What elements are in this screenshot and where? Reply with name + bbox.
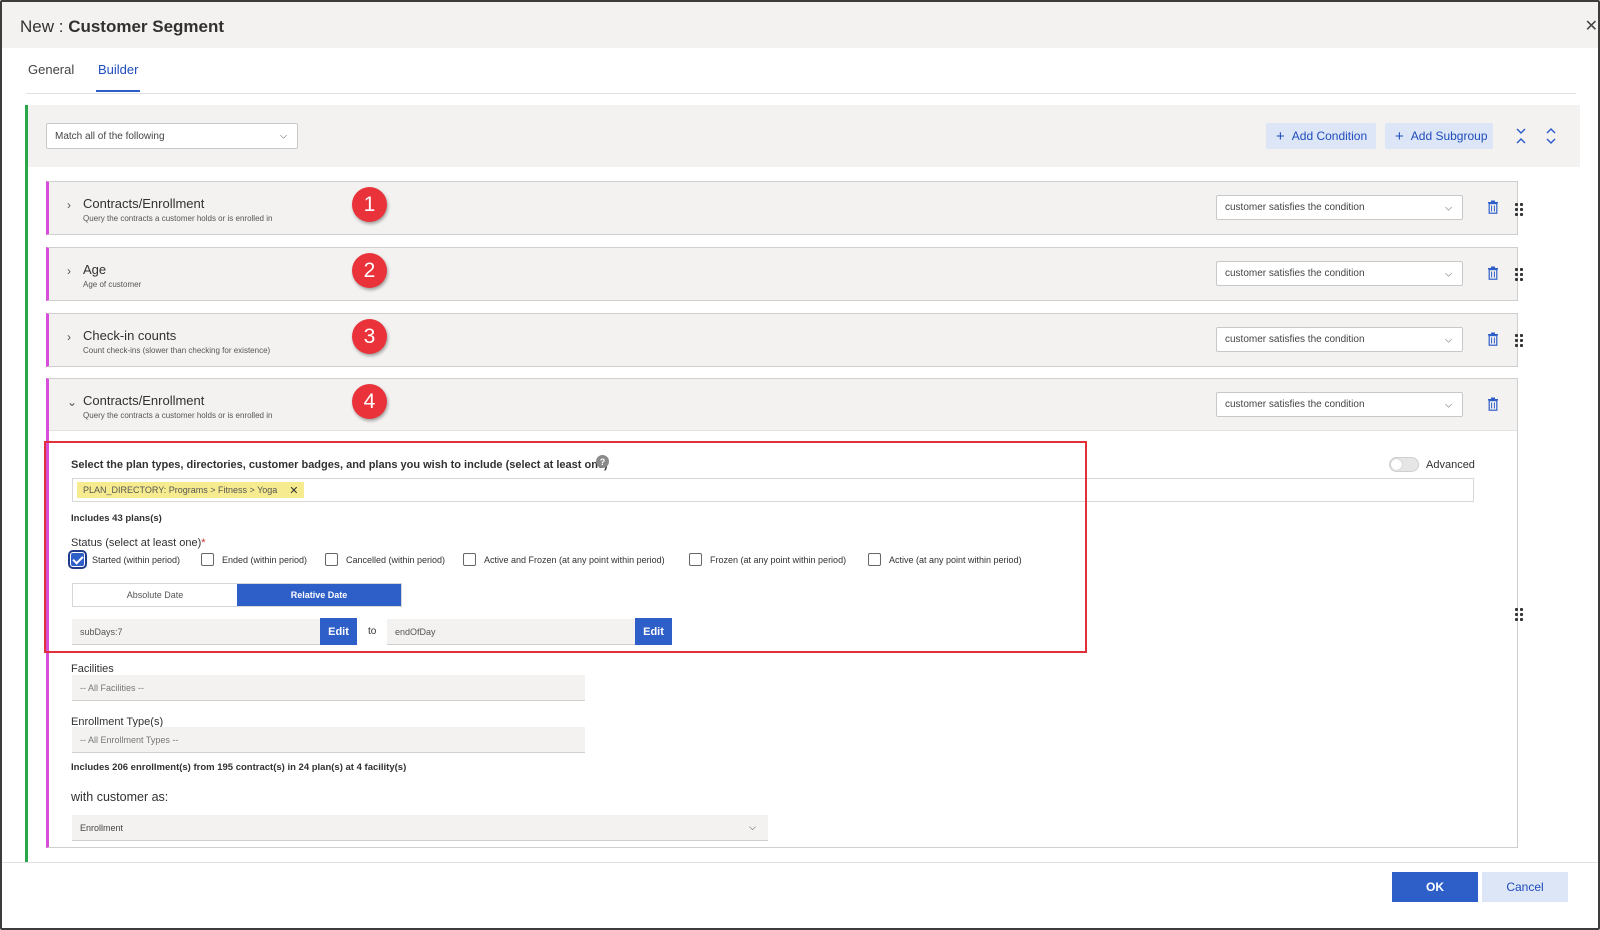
builder-header: Match all of the following ⌵ + Add Condi… <box>28 105 1580 167</box>
chevron-down-icon: ⌵ <box>280 130 287 141</box>
trash-icon[interactable] <box>1487 266 1499 280</box>
condition-mode-select[interactable]: customer satisfies the condition ⌵ <box>1216 392 1463 417</box>
condition-mode-select[interactable]: customer satisfies the condition ⌵ <box>1216 327 1463 352</box>
chevron-right-icon[interactable]: › <box>67 264 71 278</box>
dialog-footer <box>2 862 1598 928</box>
condition-title: Contracts/Enrollment <box>83 196 205 211</box>
chevron-down-icon[interactable]: ⌄ <box>67 395 77 409</box>
condition-check-in-counts: › Check-in counts Count check-ins (slowe… <box>46 313 1518 367</box>
match-select-value: Match all of the following <box>55 130 165 142</box>
chevron-down-icon: ⌵ <box>1445 334 1452 344</box>
highlight-annotation-box <box>44 441 1087 653</box>
chevron-right-icon[interactable]: › <box>67 330 71 344</box>
condition-mode-select[interactable]: customer satisfies the condition ⌵ <box>1216 261 1463 286</box>
with-customer-label: with customer as: <box>71 790 169 804</box>
condition-age: › Age Age of customer 2 customer satisfi… <box>46 247 1518 301</box>
chevron-right-icon[interactable]: › <box>67 198 71 212</box>
annotation-badge: 1 <box>352 187 387 222</box>
condition-header[interactable]: ⌄ Contracts/Enrollment Query the contrac… <box>49 379 1517 431</box>
facilities-label: Facilities <box>71 663 114 675</box>
condition-subtitle: Query the contracts a customer holds or … <box>83 411 273 420</box>
chevron-down-icon: ⌵ <box>1445 399 1452 409</box>
condition-title: Check-in counts <box>83 328 177 343</box>
add-subgroup-label: Add Subgroup <box>1410 129 1488 143</box>
chevron-down-icon: ⌵ <box>1445 202 1452 212</box>
chevron-down-icon: ⌵ <box>749 822 756 832</box>
condition-contracts-enrollment-1: › Contracts/Enrollment Query the contrac… <box>46 181 1518 235</box>
title-prefix: New : <box>20 17 69 36</box>
condition-mode-value: customer satisfies the condition <box>1225 268 1365 279</box>
dialog-title: New : Customer Segment <box>20 17 224 37</box>
drag-handle-icon[interactable] <box>1515 268 1525 282</box>
title-bar: New : Customer Segment ✕ <box>2 2 1598 48</box>
tab-general[interactable]: General <box>28 62 74 77</box>
trash-icon[interactable] <box>1487 332 1499 346</box>
advanced-label: Advanced <box>1426 459 1475 471</box>
add-condition-button[interactable]: + Add Condition <box>1266 123 1376 149</box>
drag-handle-icon[interactable] <box>1515 334 1525 348</box>
trash-icon[interactable] <box>1487 397 1499 411</box>
close-icon[interactable]: ✕ <box>1585 16 1598 36</box>
condition-header[interactable]: › Age Age of customer 2 customer satisfi… <box>49 248 1517 300</box>
annotation-badge: 3 <box>352 319 387 354</box>
condition-mode-value: customer satisfies the condition <box>1225 334 1365 345</box>
enrollment-types-select[interactable]: -- All Enrollment Types -- <box>72 727 585 753</box>
condition-mode-select[interactable]: customer satisfies the condition ⌵ <box>1216 195 1463 220</box>
annotation-badge: 2 <box>352 253 387 288</box>
cancel-button[interactable]: Cancel <box>1482 872 1568 902</box>
condition-subtitle: Age of customer <box>83 280 142 289</box>
chevron-down-icon: ⌵ <box>1445 268 1452 278</box>
collapse-all-icon[interactable] <box>1514 127 1528 145</box>
condition-mode-value: customer satisfies the condition <box>1225 399 1365 410</box>
condition-header[interactable]: › Check-in counts Count check-ins (slowe… <box>49 314 1517 366</box>
condition-title: Age <box>83 262 107 277</box>
drag-handle-icon[interactable] <box>1515 203 1525 217</box>
condition-mode-value: customer satisfies the condition <box>1225 202 1365 213</box>
title-name: Customer Segment <box>68 17 225 36</box>
with-customer-value: Enrollment <box>80 822 124 833</box>
condition-title: Contracts/Enrollment <box>83 393 205 408</box>
plus-icon: + <box>1395 127 1404 145</box>
facilities-select[interactable]: -- All Facilities -- <box>72 675 585 701</box>
ok-button[interactable]: OK <box>1392 872 1478 902</box>
tab-builder[interactable]: Builder <box>98 62 138 77</box>
tabs-divider <box>26 93 1576 94</box>
match-select[interactable]: Match all of the following ⌵ <box>46 123 298 149</box>
condition-subtitle: Query the contracts a customer holds or … <box>83 214 273 223</box>
add-condition-label: Add Condition <box>1291 129 1368 143</box>
advanced-toggle[interactable] <box>1389 457 1419 472</box>
trash-icon[interactable] <box>1487 200 1499 214</box>
drag-handle-icon[interactable] <box>1515 608 1525 622</box>
with-customer-select[interactable]: Enrollment ⌵ <box>72 815 768 841</box>
enrollment-summary: Includes 206 enrollment(s) from 195 cont… <box>71 762 407 773</box>
active-tab-indicator <box>96 90 140 92</box>
annotation-badge: 4 <box>352 384 387 419</box>
expand-all-icon[interactable] <box>1544 127 1558 145</box>
condition-subtitle: Count check-ins (slower than checking fo… <box>83 346 271 355</box>
add-subgroup-button[interactable]: + Add Subgroup <box>1385 123 1493 149</box>
plus-icon: + <box>1276 127 1285 145</box>
condition-header[interactable]: › Contracts/Enrollment Query the contrac… <box>49 182 1517 234</box>
